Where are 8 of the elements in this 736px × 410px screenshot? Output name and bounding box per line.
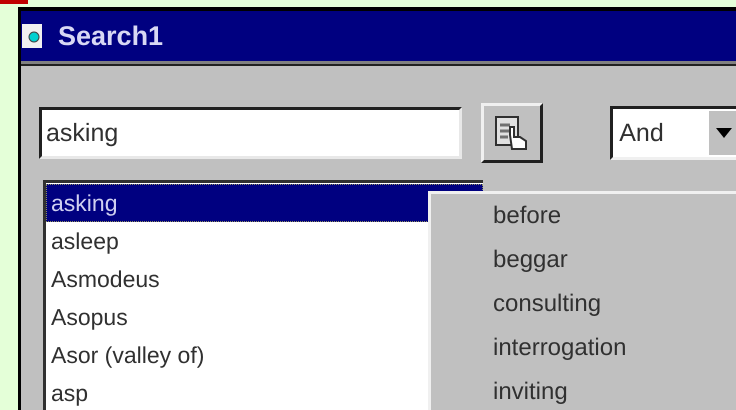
operator-dropdown[interactable]: And [610,106,736,160]
lookup-button[interactable] [481,103,544,163]
window-title: Search1 [58,20,164,52]
dropdown-arrow-icon [716,128,732,138]
app-icon [22,24,44,48]
corner-marker [0,0,28,4]
search-field[interactable]: asking [39,107,462,159]
word-list-item[interactable]: asking [46,184,483,222]
